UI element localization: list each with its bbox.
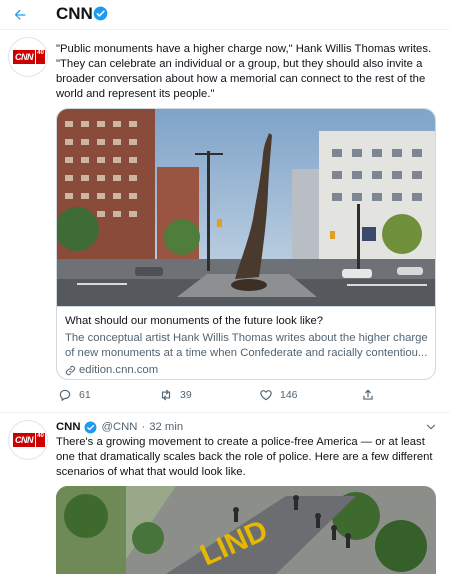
cnn-logo: CNN xyxy=(13,50,35,64)
card-description-line: of new monuments at a time when Confeder… xyxy=(65,347,428,359)
tweet-text-line: scenarios of what that would look like. xyxy=(56,466,246,478)
chevron-down-icon[interactable] xyxy=(424,420,438,434)
tweet-image[interactable]: LIND xyxy=(56,486,436,574)
card-description: The conceptual artist Hank Willis Thomas… xyxy=(65,331,429,361)
anniversary-badge: 40 xyxy=(35,433,45,447)
tweet-header: CNN @CNN · 32 min xyxy=(56,420,183,435)
author-handle[interactable]: @CNN xyxy=(101,420,137,435)
heart-icon xyxy=(260,390,272,401)
meta-separator: · xyxy=(141,421,146,433)
avatar[interactable]: CNN 40 xyxy=(8,420,48,460)
retweet-button[interactable]: 39 xyxy=(159,388,192,402)
tweet-text-line: broader conversation about how a memoria… xyxy=(56,73,426,85)
tweet-actions: 61 39 146 xyxy=(56,388,440,406)
tweet[interactable]: CNN 40 "Public monuments have a higher c… xyxy=(0,30,450,413)
verified-badge-icon xyxy=(85,421,97,434)
reply-count: 61 xyxy=(79,389,91,401)
back-arrow-icon[interactable] xyxy=(12,7,28,23)
anniversary-badge: 40 xyxy=(35,50,45,64)
card-image xyxy=(57,109,435,306)
tweet-text-line: world and represent its people." xyxy=(56,88,215,100)
link-card[interactable]: What should our monuments of the future … xyxy=(56,108,436,380)
verified-badge-icon xyxy=(93,6,108,21)
tweet-text-line: "Public monuments have a higher charge n… xyxy=(56,43,432,55)
reply-button[interactable]: 61 xyxy=(58,388,91,402)
author-name[interactable]: CNN xyxy=(56,420,80,435)
card-body[interactable]: What should our monuments of the future … xyxy=(57,306,435,379)
cnn-logo: CNN xyxy=(13,433,35,447)
card-link[interactable]: edition.cnn.com xyxy=(65,363,429,378)
retweet-icon xyxy=(161,389,171,401)
tweet-text: There's a growing movement to create a p… xyxy=(56,435,440,480)
header-title: CNN xyxy=(56,4,93,23)
avatar[interactable]: CNN 40 xyxy=(8,37,48,77)
card-link-domain[interactable]: edition.cnn.com xyxy=(79,363,158,378)
tweet-timestamp[interactable]: 32 min xyxy=(149,420,183,435)
like-count: 146 xyxy=(280,389,298,401)
card-title[interactable]: What should our monuments of the future … xyxy=(65,314,429,329)
tweet-text-line: one that dramatically scales back the ro… xyxy=(56,451,433,463)
like-button[interactable]: 146 xyxy=(259,388,298,402)
card-description-line: The conceptual artist Hank Willis Thomas… xyxy=(65,332,428,344)
tweet[interactable]: CNN 40 CNN @CNN · 32 min There's a growi… xyxy=(0,414,450,574)
reply-icon xyxy=(59,389,71,401)
retweet-count: 39 xyxy=(180,389,192,401)
tweet-text-line: There's a growing movement to create a p… xyxy=(56,436,425,448)
tweet-text: "Public monuments have a higher charge n… xyxy=(56,42,440,102)
link-icon xyxy=(65,365,76,376)
tweet-text-line: "They can celebrate an individual or a g… xyxy=(56,58,423,70)
profile-header: CNN xyxy=(0,0,450,30)
share-button[interactable] xyxy=(361,388,375,402)
share-icon xyxy=(363,389,373,400)
